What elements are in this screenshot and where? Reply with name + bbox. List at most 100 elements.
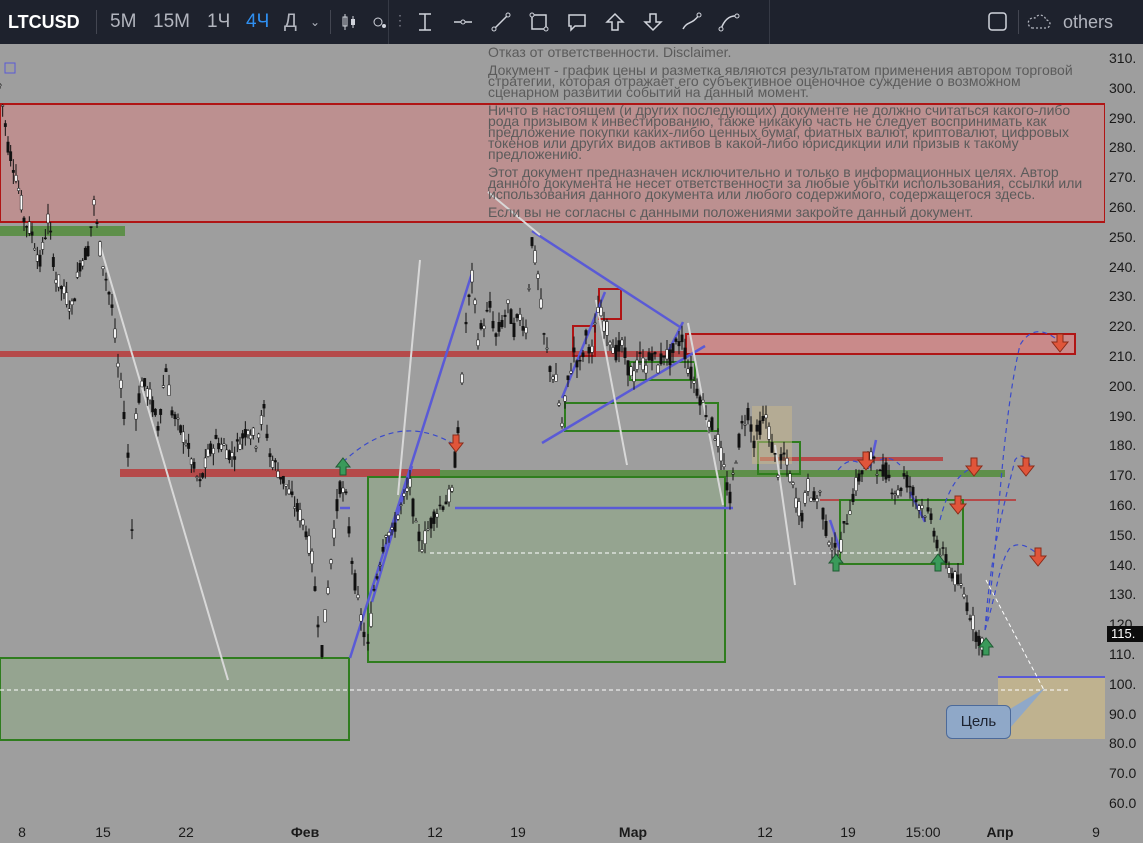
others-menu[interactable]: others <box>1063 0 1113 44</box>
price-tick-label: 200. <box>1109 377 1137 394</box>
arrow-up-icon[interactable] <box>599 6 631 38</box>
candle-body <box>276 470 280 478</box>
candle-body <box>941 547 945 549</box>
candle-body <box>198 479 202 482</box>
candle-body <box>73 298 77 302</box>
price-tick-label: 140. <box>1109 556 1137 573</box>
candle-body <box>259 415 263 425</box>
candle-body <box>830 548 834 551</box>
price-tick-label: 90.0 <box>1109 705 1137 722</box>
candle-body <box>950 573 954 579</box>
candle-body <box>209 443 213 454</box>
candle-body <box>947 567 951 574</box>
candle-body <box>262 404 266 409</box>
candle-body <box>304 531 308 538</box>
candle-body <box>222 443 226 446</box>
candle-body <box>956 574 960 585</box>
candle-body <box>788 473 792 483</box>
timeframe-15m[interactable]: 15М <box>153 0 190 44</box>
toolbar-divider <box>96 10 97 34</box>
candle-body <box>326 587 330 594</box>
candle-body <box>22 217 26 223</box>
support-line[interactable] <box>440 470 1005 477</box>
candle-body <box>761 415 765 421</box>
candle-body <box>584 330 588 336</box>
candles-icon[interactable] <box>340 0 358 44</box>
candle-body <box>923 516 927 518</box>
candle-body <box>206 448 210 457</box>
target-callout[interactable]: Цель <box>946 705 1011 739</box>
horizontal-line-icon[interactable] <box>447 6 479 38</box>
candle-body <box>307 535 311 554</box>
candle-body <box>794 497 798 508</box>
timeframe-dropdown-icon[interactable]: ⌄ <box>310 0 320 44</box>
candle-body <box>140 380 144 388</box>
candle-body <box>749 424 753 432</box>
price-tick-label: 110. <box>1109 646 1136 662</box>
candle-body <box>884 462 888 480</box>
candle-body <box>641 357 645 370</box>
candle-body <box>524 327 528 334</box>
candle-body <box>295 503 299 512</box>
candle-body <box>764 414 768 419</box>
candle-body <box>689 366 693 380</box>
trend-line-icon[interactable] <box>485 6 517 38</box>
text-cursor-icon[interactable] <box>409 6 441 38</box>
timeframe-4h[interactable]: 4Ч <box>246 0 269 44</box>
arrow-down-icon[interactable] <box>637 6 669 38</box>
candle-body <box>110 304 114 308</box>
candle-body <box>932 530 936 537</box>
candle-body <box>536 273 540 279</box>
candle-body <box>806 478 810 492</box>
candle-body <box>485 309 489 312</box>
rectangle-icon[interactable] <box>523 6 555 38</box>
time-axis[interactable]: 8 15 22 Фев 12 19 Мар 12 19 15:00 Апр 9 <box>0 820 1143 843</box>
candle-body <box>575 360 579 368</box>
callout-icon[interactable] <box>561 6 593 38</box>
candle-body <box>602 320 606 332</box>
disclaimer-paragraph: Если вы не согласны с данными положениям… <box>488 204 974 220</box>
candle-body <box>290 491 294 495</box>
timeframe-1h[interactable]: 1Ч <box>207 0 230 44</box>
checkbox-icon[interactable] <box>988 0 1008 44</box>
candle-body <box>908 485 912 488</box>
candle-body <box>851 493 855 503</box>
candle-body <box>668 349 672 366</box>
candle-body <box>243 428 247 438</box>
candle-body <box>563 395 567 402</box>
accumulation-zone[interactable] <box>0 657 350 741</box>
candle-body <box>287 488 291 495</box>
price-tick-label: 230. <box>1109 288 1137 305</box>
candle-body <box>456 427 460 434</box>
candle-body <box>119 380 123 389</box>
candle-body <box>926 507 930 512</box>
projection-line[interactable] <box>985 579 1045 691</box>
candle-body <box>470 270 474 283</box>
candle-body <box>572 347 576 353</box>
price-axis[interactable]: 310. 300. 290. 280. 270. 260. 250. 240. 230. 220.… <box>1105 44 1143 820</box>
cloud-icon[interactable] <box>1026 0 1052 44</box>
candle-body <box>167 384 171 396</box>
collapse-icon[interactable] <box>4 62 16 74</box>
candle-body <box>599 307 603 316</box>
timeframe-day[interactable]: Д <box>284 0 297 44</box>
candle-body <box>818 490 822 493</box>
curve-icon[interactable] <box>713 6 745 38</box>
timeframe-5m[interactable]: 5М <box>110 0 136 44</box>
candle-body <box>476 339 480 346</box>
sell-arrow-icon <box>1016 457 1036 477</box>
accumulation-zone[interactable] <box>367 476 726 663</box>
candle-body <box>704 414 708 418</box>
symbol-name[interactable]: LTCUSD <box>8 0 80 44</box>
candle-body <box>626 360 630 376</box>
candle-body <box>402 493 406 497</box>
candle-body <box>249 435 253 440</box>
candle-body <box>542 333 546 335</box>
brush-icon[interactable] <box>675 6 707 38</box>
accumulation-zone[interactable] <box>839 499 964 565</box>
price-tick-label: 180. <box>1109 437 1137 454</box>
drag-handle-icon[interactable]: ⋮ <box>393 12 407 29</box>
resistance-zone[interactable] <box>685 333 1076 355</box>
candle-body <box>695 388 699 396</box>
support-zone[interactable] <box>0 226 125 236</box>
